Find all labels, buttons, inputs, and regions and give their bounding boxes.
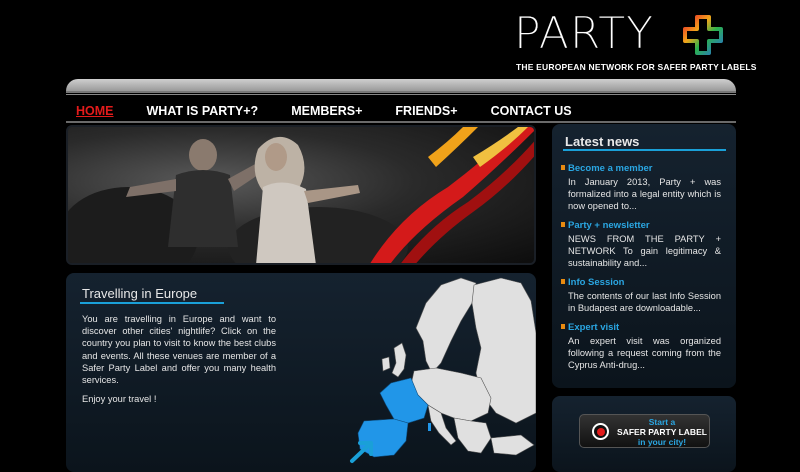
cta-panel: Start a SAFER PARTY LABEL in your city!: [552, 396, 736, 472]
nav-home[interactable]: HOME: [76, 104, 114, 118]
news-item[interactable]: Become a member In January 2013, Party +…: [561, 163, 721, 213]
travel-panel: Travelling in Europe You are travelling …: [66, 273, 536, 472]
banner-artwork: [68, 127, 534, 263]
header-swoosh-bar: [66, 79, 736, 93]
news-item-title[interactable]: Become a member: [568, 163, 652, 174]
travel-title: Travelling in Europe: [82, 286, 198, 301]
news-item-text: In January 2013, Party + was formalized …: [568, 177, 721, 212]
bullet-icon: [561, 324, 565, 329]
record-icon: [592, 423, 609, 440]
site-logo[interactable]: PARTY THE EUROPEAN NETWORK FOR SAFER PAR…: [514, 6, 757, 74]
bullet-icon: [561, 222, 565, 227]
news-item[interactable]: Expert visit An expert visit was organiz…: [561, 322, 721, 372]
nav-underline-rule: [66, 121, 736, 123]
start-safer-party-label-button[interactable]: Start a SAFER PARTY LABEL in your city!: [579, 414, 710, 448]
nav-members[interactable]: MEMBERS+: [291, 104, 362, 118]
news-item-text: The contents of our last Info Session in…: [568, 291, 721, 314]
cta-line-3: in your city!: [637, 437, 687, 447]
europe-map[interactable]: [276, 273, 536, 472]
main-nav: HOME WHAT IS PARTY+? MEMBERS+ FRIENDS+ C…: [66, 100, 736, 122]
travel-title-rule: [80, 302, 224, 304]
travel-enjoy: Enjoy your travel !: [82, 394, 157, 404]
map-country-corsica: [428, 423, 431, 431]
news-item-title[interactable]: Info Session: [568, 277, 624, 288]
map-country-turkey: [490, 434, 535, 456]
travel-description: You are travelling in Europe and want to…: [82, 314, 276, 386]
map-country-balkans: [453, 417, 492, 454]
news-item[interactable]: Party + newsletter NEWS FROM THE PARTY +…: [561, 220, 721, 270]
map-country-scandinavia: [415, 277, 477, 374]
logo-wordmark: PARTY: [514, 8, 654, 59]
map-country-ireland: [381, 356, 391, 372]
map-country-uk: [391, 342, 407, 378]
nav-contact-us[interactable]: CONTACT US: [491, 104, 572, 118]
nav-what-is-party[interactable]: WHAT IS PARTY+?: [147, 104, 259, 118]
cta-text: Start a SAFER PARTY LABEL in your city!: [616, 417, 708, 447]
bullet-icon: [561, 165, 565, 170]
cta-line-2: SAFER PARTY LABEL: [617, 427, 707, 437]
header-divider: [66, 94, 736, 95]
news-item-text: NEWS FROM THE PARTY + NETWORK To gain le…: [568, 234, 721, 269]
cta-line-1: Start a: [648, 417, 676, 427]
news-title-rule: [563, 149, 726, 151]
news-title: Latest news: [565, 134, 640, 149]
hero-banner: [66, 125, 536, 265]
map-country-spain: [357, 418, 409, 458]
nav-friends[interactable]: FRIENDS+: [395, 104, 457, 118]
logo-plus-icon: [683, 15, 723, 55]
news-item[interactable]: Info Session The contents of our last In…: [561, 277, 721, 314]
news-item-title[interactable]: Expert visit: [568, 322, 619, 333]
logo-tagline: THE EUROPEAN NETWORK FOR SAFER PARTY LAB…: [516, 62, 757, 72]
latest-news-panel: Latest news Become a member In January 2…: [552, 124, 736, 388]
news-item-text: An expert visit was organized following …: [568, 336, 721, 371]
bullet-icon: [561, 279, 565, 284]
news-item-title[interactable]: Party + newsletter: [568, 220, 650, 231]
